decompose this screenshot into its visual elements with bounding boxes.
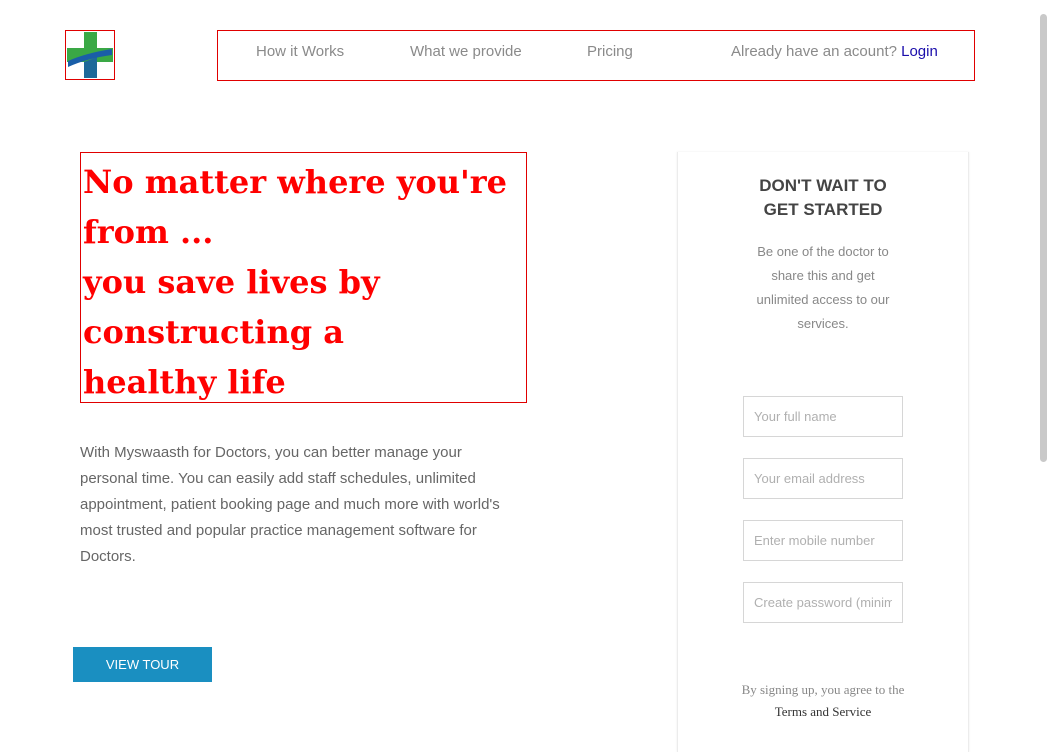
headline-line: healthy life — [83, 363, 286, 401]
login-prompt-text: Already have an acount? — [731, 43, 897, 60]
headline-line: you save lives by — [83, 263, 380, 301]
headline-line: from ... — [83, 213, 214, 251]
login-link[interactable]: Login — [901, 43, 938, 60]
medical-cross-logo-icon — [67, 32, 113, 78]
headline-line: No matter where you're — [83, 163, 507, 201]
nav-what-we-provide[interactable]: What we provide — [410, 43, 522, 60]
nav-how-it-works[interactable]: How it Works — [256, 43, 344, 60]
hero-headline-box: No matter where you're from ... you save… — [80, 152, 527, 403]
signup-title-line: GET STARTED — [763, 200, 883, 219]
signup-title-line: DON'T WAIT TO — [759, 176, 887, 195]
mobile-number-input[interactable] — [743, 520, 903, 561]
nav-pricing[interactable]: Pricing — [587, 43, 633, 60]
password-input[interactable] — [743, 582, 903, 623]
signup-subtitle: Be one of the doctor to share this and g… — [756, 244, 890, 331]
view-tour-button[interactable]: VIEW TOUR — [73, 647, 212, 682]
hero-description: With Myswaasth for Doctors, you can bett… — [80, 444, 500, 565]
email-input[interactable] — [743, 458, 903, 499]
terms-notice: By signing up, you agree to the Terms an… — [738, 679, 908, 723]
signup-card: DON'T WAIT TO GET STARTED Be one of the … — [677, 152, 969, 752]
terms-prefix: By signing up, you agree to the — [741, 682, 905, 697]
headline-line: constructing a — [83, 313, 344, 351]
top-nav: How it Works What we provide Pricing Alr… — [217, 30, 975, 81]
terms-link[interactable]: Terms and Service — [775, 704, 872, 719]
hero-headline: No matter where you're from ... you save… — [81, 153, 526, 402]
signup-title: DON'T WAIT TO GET STARTED — [678, 174, 968, 222]
full-name-input[interactable] — [743, 396, 903, 437]
brand-logo[interactable] — [65, 30, 115, 80]
login-prompt: Already have an acount? Login — [731, 43, 938, 60]
page-scrollbar-thumb[interactable] — [1040, 14, 1047, 462]
